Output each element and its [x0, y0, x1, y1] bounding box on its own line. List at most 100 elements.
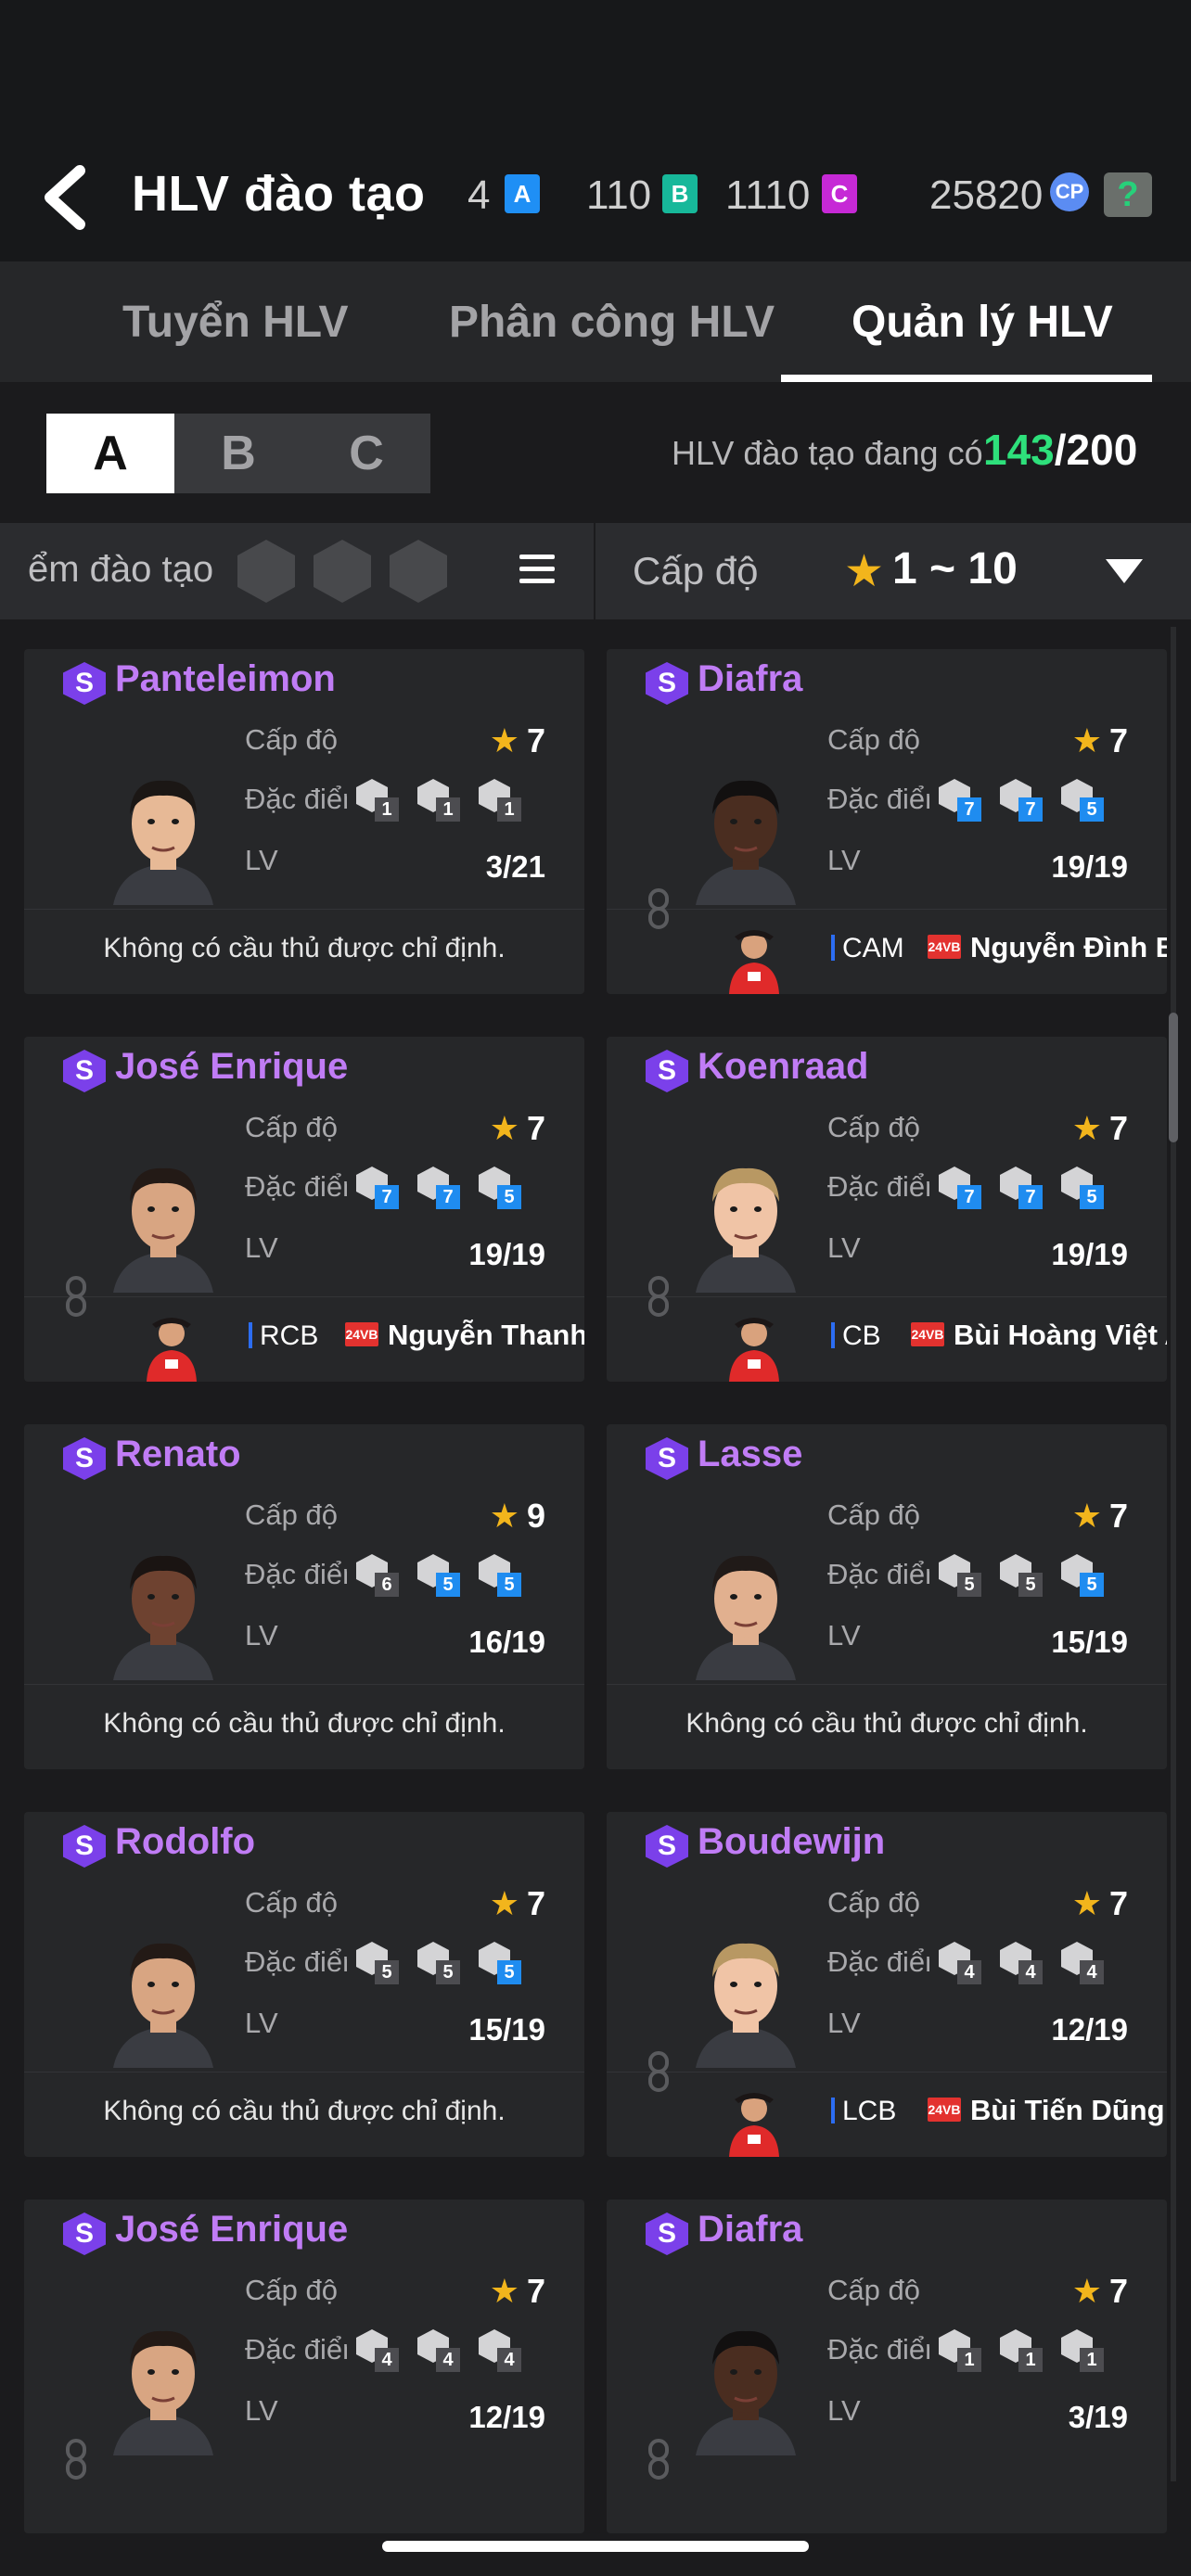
coach-lv-progress: 3/21	[485, 849, 545, 884]
coach-card[interactable]: S José Enrique Cấp độ ★7 Đặc điểm 4 4	[24, 2200, 584, 2533]
rarity-badge-icon: S	[646, 2213, 688, 2255]
rarity-badge-icon: S	[63, 1050, 106, 1092]
card-divider	[24, 1684, 584, 1685]
star-icon: ★	[489, 1884, 519, 1922]
trait-badge: 5	[479, 1167, 521, 1209]
coach-lv-progress: 19/19	[1051, 1237, 1128, 1271]
trait-list: 4 4 4	[939, 1942, 1152, 1984]
trait-value: 1	[436, 797, 460, 822]
training-point-filter-label[interactable]: ểm đào tạo	[28, 549, 213, 591]
help-button[interactable]: ?	[1104, 172, 1152, 217]
currency-b-icon: B	[662, 174, 698, 213]
segment-c[interactable]: C	[302, 414, 430, 493]
tab-manage[interactable]: Quản lý HLV	[852, 297, 1113, 348]
trait-badge: 7	[939, 1167, 981, 1209]
trait-badge: 1	[417, 779, 460, 822]
level-range[interactable]: 1 ~ 10	[892, 543, 1018, 594]
coach-level: ★ 7	[1072, 1884, 1128, 1923]
coach-level: ★ 7	[490, 2272, 545, 2311]
trait-badge: 4	[939, 1942, 981, 1984]
coach-card[interactable]: S Lasse Cấp độ ★7 Đặc điểm 5 5	[607, 1424, 1167, 1769]
coach-level: ★ 7	[1072, 1497, 1128, 1536]
season-tag: 24VB	[928, 935, 961, 959]
cp-icon: CP	[1050, 172, 1089, 211]
trait-badge: 5	[356, 1942, 399, 1984]
link-icon	[648, 2051, 669, 2092]
coach-name: Rodolfo	[115, 1821, 256, 1862]
tab-recruit[interactable]: Tuyển HLV	[122, 297, 349, 348]
level-star-icon: ★	[844, 547, 885, 596]
level-label: Cấp độ	[827, 1111, 920, 1143]
tab-assign[interactable]: Phân công HLV	[449, 297, 775, 348]
trait-list: 7 7 5	[939, 1167, 1152, 1209]
level-label: Cấp độ	[245, 2274, 338, 2306]
link-icon	[66, 2439, 86, 2480]
coach-card[interactable]: S Diafra Cấp độ ★7 Đặc điểm 1 1	[607, 2200, 1167, 2533]
trait-label: Đặc điểm	[245, 1558, 347, 1590]
coach-card[interactable]: S José Enrique Cấp độ ★7 Đặc điểm 7 7	[24, 1037, 584, 1382]
page-title: HLV đào tạo	[132, 166, 426, 222]
coach-portrait	[113, 1167, 213, 1293]
coach-level: ★ 9	[490, 1497, 545, 1536]
lv-label: LV	[245, 844, 278, 876]
season-tag: 24VB	[928, 2098, 961, 2122]
coach-level: ★ 7	[1072, 1109, 1128, 1148]
coach-lv-progress: 16/19	[468, 1625, 545, 1659]
star-icon: ★	[1071, 1884, 1102, 1922]
trait-badge: 4	[1061, 1942, 1104, 1984]
trait-value: 7	[957, 797, 981, 822]
coach-level-value: 7	[526, 1884, 545, 1922]
rarity-badge-icon: S	[63, 662, 106, 705]
coach-portrait	[113, 1555, 213, 1680]
coach-lv-progress: 15/19	[468, 2012, 545, 2047]
scrollbar-thumb[interactable]	[1169, 1013, 1178, 1142]
trait-value: 1	[497, 797, 521, 822]
rarity-badge-icon: S	[63, 1437, 106, 1480]
no-player-text: Không có cầu thủ được chỉ định.	[103, 933, 506, 963]
assigned-player-name: Bùi Tiến Dũng	[970, 2094, 1165, 2126]
trait-value: 1	[957, 2348, 981, 2372]
trait-badge: 5	[1000, 1554, 1043, 1597]
trait-value: 5	[1080, 1185, 1104, 1209]
trait-value: 4	[1080, 1960, 1104, 1984]
coach-card[interactable]: S Rodolfo Cấp độ ★7 Đặc điểm 5 5	[24, 1812, 584, 2157]
trait-list: 5 5 5	[356, 1942, 570, 1984]
scrollbar-track[interactable]	[1171, 627, 1176, 2481]
menu-icon[interactable]	[519, 555, 555, 586]
assigned-player-name: Bùi Hoàng Việt Anh	[954, 1319, 1167, 1351]
coach-card[interactable]: S Panteleimon Cấp độ ★7 Đặc điểm 1 1	[24, 649, 584, 994]
coach-card[interactable]: S Diafra Cấp độ ★7 Đặc điểm 7 7	[607, 649, 1167, 994]
coach-name: Lasse	[698, 1434, 803, 1474]
trait-value: 5	[436, 1960, 460, 1984]
coach-level: ★ 7	[490, 1109, 545, 1148]
coach-count-max: /200	[1054, 426, 1138, 474]
coach-lv-progress: 3/19	[1068, 2400, 1128, 2434]
rarity-badge-icon: S	[646, 1050, 688, 1092]
back-icon[interactable]	[39, 165, 95, 230]
position-label: CB	[831, 1320, 881, 1352]
trait-label: Đặc điểm	[827, 1170, 929, 1203]
segment-b[interactable]: B	[174, 414, 302, 493]
coach-level: ★ 7	[1072, 721, 1128, 760]
trait-badge: 6	[356, 1554, 399, 1597]
coach-card[interactable]: S Renato Cấp độ ★9 Đặc điểm 6 5	[24, 1424, 584, 1769]
coach-name: Panteleimon	[115, 658, 336, 699]
card-divider	[607, 1296, 1167, 1297]
trait-value: 5	[497, 1185, 521, 1209]
dropdown-arrow-icon[interactable]	[1106, 559, 1143, 583]
trait-value: 1	[375, 797, 399, 822]
trait-value: 5	[1080, 797, 1104, 822]
card-divider	[607, 909, 1167, 910]
segment-a[interactable]: A	[46, 414, 174, 493]
trait-badge: 7	[1000, 779, 1043, 822]
coach-level-value: 7	[526, 2272, 545, 2310]
coach-card[interactable]: S Boudewijn Cấp độ ★7 Đặc điểm 4 4	[607, 1812, 1167, 2157]
trait-value: 5	[497, 1573, 521, 1597]
level-label: Cấp độ	[827, 2274, 920, 2306]
trait-list: 7 7 5	[939, 779, 1152, 822]
coach-card[interactable]: S Koenraad Cấp độ ★7 Đặc điểm 7 7	[607, 1037, 1167, 1382]
player-avatar	[729, 930, 779, 994]
coach-portrait	[696, 1943, 796, 2068]
cp-value: 25820	[929, 172, 1044, 218]
trait-badge: 5	[1061, 1554, 1104, 1597]
